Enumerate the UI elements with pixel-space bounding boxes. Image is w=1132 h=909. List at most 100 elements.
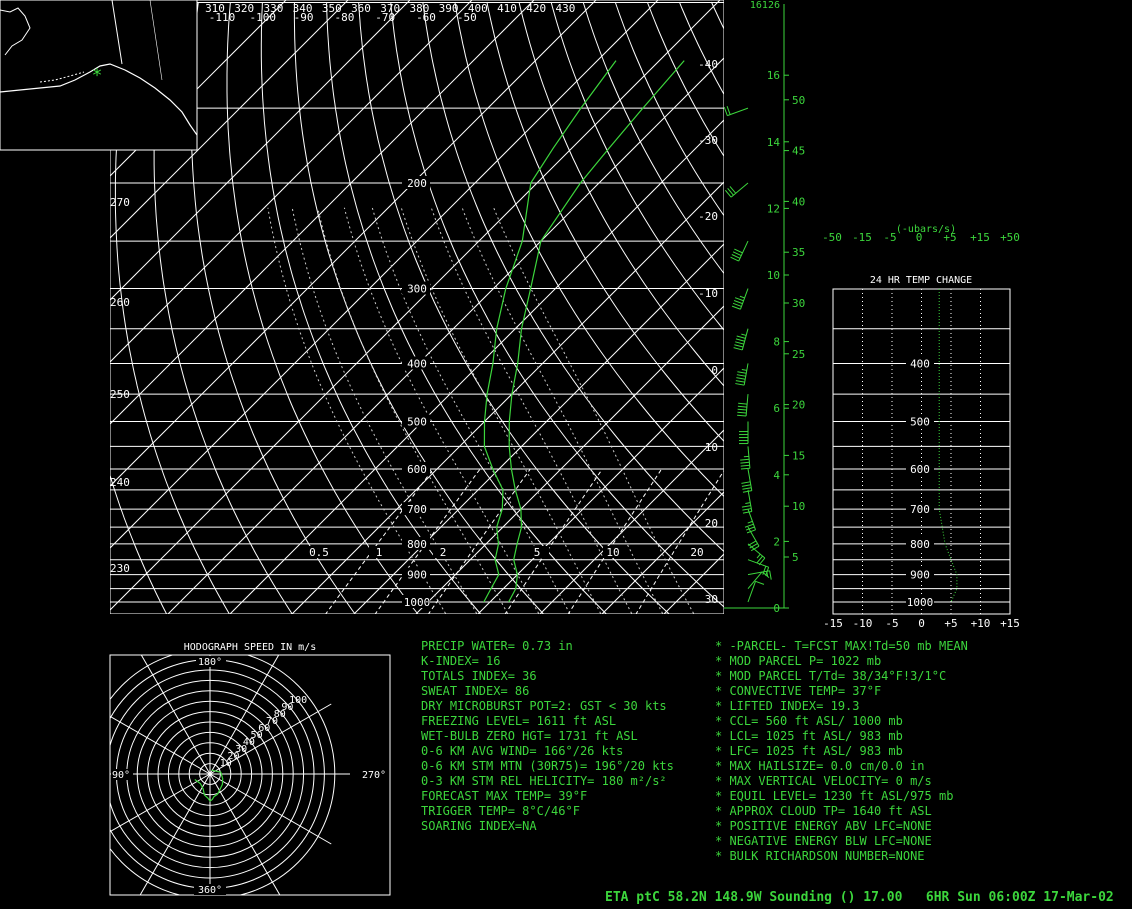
- pressure-label: 200: [407, 177, 427, 190]
- temp-label-top: -70: [375, 11, 395, 24]
- isotherm-label: 30: [705, 593, 718, 606]
- isotherm: [110, 0, 721, 611]
- theta-label-left: 250: [110, 388, 130, 401]
- barb-flag: [740, 458, 750, 461]
- theta-label-top: 390: [439, 2, 459, 15]
- kft-label: 30: [792, 297, 805, 310]
- index-line: * MAX VERTICAL VELOCITY= 0 m/s: [715, 774, 932, 788]
- isotherm: [788, 0, 1132, 614]
- barb-flag: [741, 484, 751, 487]
- barb-staff: [740, 288, 749, 310]
- hodograph-ring-label: 100: [289, 695, 307, 706]
- barb-flag: [742, 508, 752, 511]
- tchange-title: 24 HR TEMP CHANGE: [870, 275, 972, 286]
- kft-label: 15: [792, 449, 805, 462]
- barb-flag: [738, 402, 748, 405]
- temp-change-line: [938, 289, 958, 603]
- dry-adiabat: [486, 1, 724, 442]
- barb-flag: [740, 461, 750, 464]
- tchange-tick-label: -15: [823, 617, 843, 630]
- index-line: 0-3 KM STM REL HELICITY= 180 m²/s²: [421, 774, 667, 788]
- barb-flag: [732, 251, 742, 257]
- temp-change-panel: -15 -10 -5 0 +5 +10 +1540050060070080090010002…: [822, 224, 1020, 630]
- tchange-pressure-label: 900: [910, 569, 930, 582]
- dry-adiabat: [358, 1, 670, 614]
- mixing-ratio-label: 5: [534, 546, 541, 559]
- kft-label: 20: [792, 399, 805, 412]
- dry-adiabat: [646, 1, 724, 158]
- kft-label: 10: [792, 500, 805, 513]
- barb-flag: [740, 467, 750, 470]
- wind-barbs: [723, 105, 772, 603]
- barb-flag: [742, 511, 752, 514]
- barb-flag: [742, 487, 752, 490]
- location-map: *: [0, 0, 198, 151]
- temp-label-top: -110: [209, 11, 236, 24]
- barb-flag: [733, 347, 743, 351]
- dry-adiabat: [872, 2, 1132, 614]
- isotherm: [601, 491, 724, 614]
- barb-flag: [769, 570, 772, 580]
- index-line: * LCL= 1025 ft ASL/ 983 mb: [715, 729, 903, 743]
- barb-flag: [737, 411, 747, 414]
- barb-flag: [734, 297, 744, 302]
- barb-flag: [736, 377, 746, 380]
- barb-flag: [737, 371, 747, 374]
- index-line: * CCL= 560 ft ASL/ 1000 mb: [715, 714, 903, 728]
- index-line: PRECIP WATER= 0.73 in: [421, 639, 573, 653]
- tchange-pressure-label: 700: [910, 503, 930, 516]
- temp-label-top: -90: [294, 11, 314, 24]
- index-line: * -PARCEL- T=FCST MAX!Td=50 mb MEAN: [715, 639, 968, 653]
- barb-flag: [735, 380, 745, 383]
- isotherm-label: 0: [711, 364, 718, 377]
- index-line: * LIFTED INDEX= 19.3: [715, 699, 860, 713]
- mixing-ratio-label: 0.5: [309, 546, 329, 559]
- pressure-label: 500: [407, 416, 427, 429]
- dry-adiabat: [776, 2, 1132, 614]
- theta-label-top: 430: [555, 2, 575, 15]
- omega-tick-label: 0: [916, 231, 923, 244]
- theta-label-left: 230: [110, 562, 130, 575]
- isotherm-label: 10: [705, 441, 718, 454]
- isotherm: [726, 0, 1132, 614]
- tchange-pressure-label: 1000: [907, 596, 934, 609]
- kft-label: 35: [792, 246, 805, 259]
- km-label: 12: [767, 202, 780, 215]
- theta-label-top: 410: [497, 2, 517, 15]
- tchange-pressure-label: 600: [910, 463, 930, 476]
- omega-tick-label: +5: [943, 231, 956, 244]
- barb-flag: [737, 405, 747, 408]
- barb-flag: [755, 580, 765, 585]
- sounding-profile: [483, 60, 685, 603]
- barb-flag: [735, 338, 745, 342]
- pressure-label: 300: [407, 283, 427, 296]
- index-line: TRIGGER TEMP= 8°C/46°F: [421, 804, 580, 818]
- dry-adiabat: [678, 1, 724, 96]
- km-label: 0: [773, 602, 780, 615]
- barb-flag: [731, 305, 741, 310]
- index-line: * MAX HAILSIZE= 0.0 cm/0.0 in: [715, 759, 925, 773]
- index-line: K-INDEX= 16: [421, 654, 501, 668]
- pressure-label: 800: [407, 538, 427, 551]
- theta-label-left: 260: [110, 296, 130, 309]
- dry-adiabat: [260, 1, 482, 614]
- barb-staff: [743, 363, 749, 386]
- barb-half: [739, 295, 745, 299]
- kft-label: 50: [792, 94, 805, 107]
- index-line: 0-6 KM STM MTN (30R75)= 196°/20 kts: [421, 759, 674, 773]
- index-line: * POSITIVE ENERGY ABV LFC=NONE: [715, 819, 932, 833]
- pressure-label: 600: [407, 463, 427, 476]
- hodograph-dir-label: 90°: [112, 770, 130, 781]
- barb-half: [756, 553, 761, 559]
- dry-adiabat: [710, 1, 724, 31]
- barb-flag: [736, 335, 746, 339]
- temperature-line: [508, 60, 685, 603]
- index-line: SOARING INDEX=NA: [421, 819, 537, 833]
- location-marker: *: [92, 65, 103, 86]
- tchange-pressure-label: 400: [910, 357, 930, 370]
- tchange-pressure-label: 800: [910, 538, 930, 551]
- barb-half: [745, 502, 751, 505]
- pressure-label: 400: [407, 357, 427, 370]
- hodograph-title: HODOGRAPH SPEED IN m/s: [184, 642, 316, 653]
- top-height-label: 16126: [750, 0, 780, 11]
